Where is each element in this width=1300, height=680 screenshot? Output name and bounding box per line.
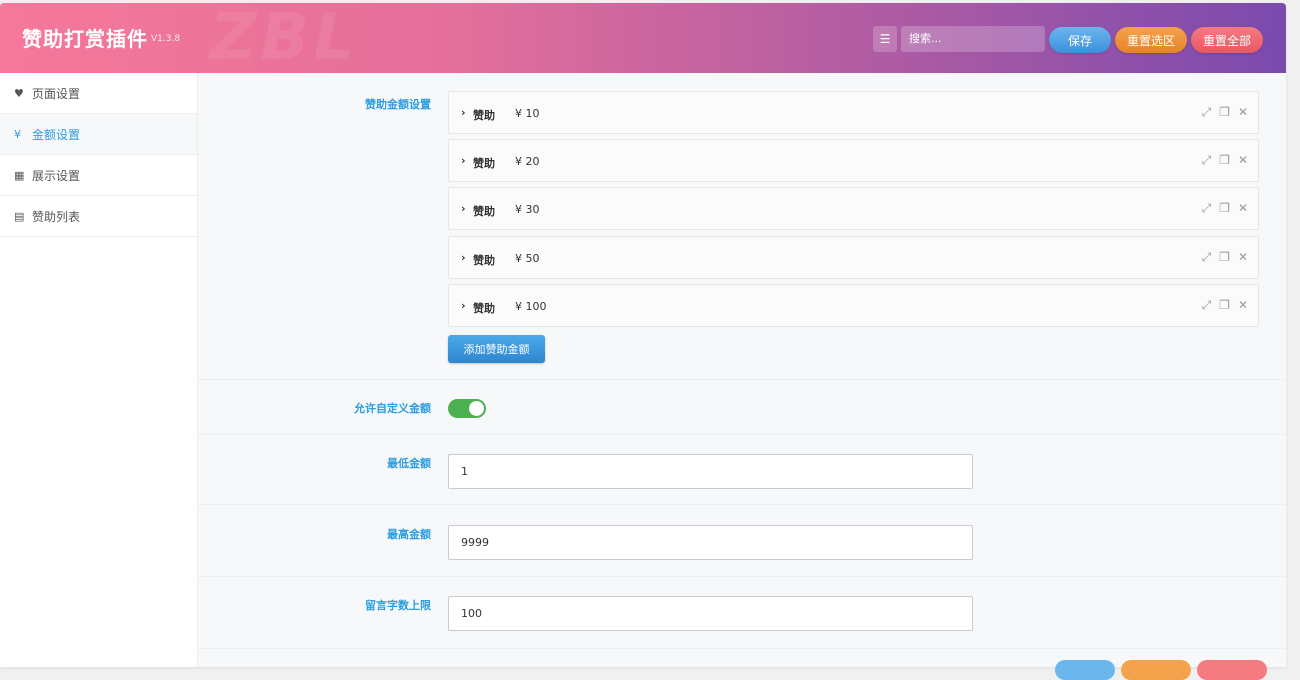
expand-icon[interactable]: ⤢	[1202, 298, 1212, 313]
amount-item-title: 赞助	[473, 157, 495, 170]
amount-item[interactable]: › 赞助 ¥ 20 ⤢ ❐ ✕	[448, 139, 1259, 182]
add-amount-button[interactable]: 添加赞助金额	[448, 335, 545, 363]
message-limit-label: 留言字数上限	[365, 599, 431, 612]
amount-item[interactable]: › 赞助 ¥ 100 ⤢ ❐ ✕	[448, 284, 1259, 327]
amount-item-actions: ⤢ ❐ ✕	[1202, 153, 1248, 168]
max-amount-label: 最高金额	[387, 528, 431, 541]
grid-icon: ▦	[14, 168, 25, 182]
max-amount-input[interactable]: 9999	[448, 525, 973, 560]
amount-item-actions: ⤢ ❐ ✕	[1202, 105, 1248, 120]
custom-amount-field: 允许自定义金额	[198, 380, 1286, 435]
sidebar-nav: ♥ 页面设置 ¥ 金额设置 ▦ 展示设置 ▤ 赞助列表	[0, 73, 198, 667]
amount-item-title: 赞助	[473, 109, 495, 122]
chevron-right-icon: ›	[461, 251, 466, 264]
amount-list-field: 赞助金额设置 › 赞助 ¥ 10 ⤢ ❐ ✕ › 赞助 ¥ 20 ⤢ ❐ ✕ ›…	[198, 73, 1286, 380]
amount-item-title: 赞助	[473, 205, 495, 218]
sidebar-item-label: 赞助列表	[32, 209, 81, 224]
list-icon: ☰	[879, 32, 891, 46]
expand-icon[interactable]: ⤢	[1202, 105, 1212, 120]
chevron-right-icon: ›	[461, 202, 466, 215]
chevron-right-icon: ›	[461, 106, 466, 119]
copy-icon[interactable]: ❐	[1219, 250, 1230, 265]
close-icon[interactable]: ✕	[1238, 250, 1248, 265]
expand-icon[interactable]: ⤢	[1202, 153, 1212, 168]
sidebar-item-label: 金额设置	[32, 127, 81, 142]
custom-amount-label: 允许自定义金额	[354, 402, 431, 415]
header-watermark: ZBL	[210, 3, 358, 75]
amount-item-title: 赞助	[473, 302, 495, 315]
footer-reset-all-button[interactable]	[1197, 660, 1267, 680]
amount-item-actions: ⤢ ❐ ✕	[1202, 250, 1248, 265]
settings-content: 赞助金额设置 › 赞助 ¥ 10 ⤢ ❐ ✕ › 赞助 ¥ 20 ⤢ ❐ ✕ ›…	[198, 73, 1286, 667]
heart-icon: ♥	[14, 86, 24, 100]
amount-item-actions: ⤢ ❐ ✕	[1202, 298, 1248, 313]
expand-all-button[interactable]: ☰	[873, 26, 897, 52]
chevron-right-icon: ›	[461, 154, 466, 167]
min-amount-input[interactable]: 1	[448, 454, 973, 489]
close-icon[interactable]: ✕	[1238, 298, 1248, 313]
sidebar-item-amount-settings[interactable]: ¥ 金额设置	[0, 114, 197, 155]
amount-list-label: 赞助金额设置	[365, 98, 431, 111]
expand-icon[interactable]: ⤢	[1202, 250, 1212, 265]
list-icon: ▤	[14, 209, 25, 223]
panel-header: ZBL 赞助打赏插件 V1.3.8 ☰ 搜索... 保存 重置选区 重置全部	[0, 3, 1286, 75]
sidebar-item-label: 页面设置	[32, 86, 81, 101]
close-icon[interactable]: ✕	[1238, 105, 1248, 120]
reset-all-button[interactable]: 重置全部	[1191, 27, 1263, 53]
panel-title: 赞助打赏插件	[22, 27, 148, 51]
sidebar-item-label: 展示设置	[32, 168, 81, 183]
plugin-options-panel: ZBL 赞助打赏插件 V1.3.8 ☰ 搜索... 保存 重置选区 重置全部 ♥…	[0, 3, 1286, 667]
amount-item-value: ¥ 20	[515, 155, 540, 168]
reset-section-button[interactable]: 重置选区	[1115, 27, 1187, 53]
amount-item[interactable]: › 赞助 ¥ 30 ⤢ ❐ ✕	[448, 187, 1259, 230]
version-label: V1.3.8	[151, 34, 181, 44]
search-input[interactable]: 搜索...	[901, 26, 1045, 52]
copy-icon[interactable]: ❐	[1219, 105, 1230, 120]
amount-item[interactable]: › 赞助 ¥ 10 ⤢ ❐ ✕	[448, 91, 1259, 134]
save-button[interactable]: 保存	[1049, 27, 1111, 53]
amount-item-actions: ⤢ ❐ ✕	[1202, 201, 1248, 216]
copy-icon[interactable]: ❐	[1219, 153, 1230, 168]
close-icon[interactable]: ✕	[1238, 201, 1248, 216]
chevron-right-icon: ›	[461, 299, 466, 312]
sidebar-item-display-settings[interactable]: ▦ 展示设置	[0, 155, 197, 196]
min-amount-label: 最低金额	[387, 457, 431, 470]
amount-item-value: ¥ 100	[515, 300, 547, 313]
amount-item-title: 赞助	[473, 254, 495, 267]
message-limit-input[interactable]: 100	[448, 596, 973, 631]
yen-icon: ¥	[14, 127, 21, 141]
footer-reset-section-button[interactable]	[1121, 660, 1191, 680]
toggle-knob	[469, 401, 484, 416]
sidebar-item-sponsor-list[interactable]: ▤ 赞助列表	[0, 196, 197, 237]
expand-icon[interactable]: ⤢	[1202, 201, 1212, 216]
sidebar-item-page-settings[interactable]: ♥ 页面设置	[0, 73, 197, 114]
amount-item-value: ¥ 10	[515, 107, 540, 120]
footer-save-button[interactable]	[1055, 660, 1115, 680]
custom-amount-toggle[interactable]	[448, 399, 486, 418]
close-icon[interactable]: ✕	[1238, 153, 1248, 168]
amount-item-value: ¥ 30	[515, 203, 540, 216]
copy-icon[interactable]: ❐	[1219, 298, 1230, 313]
amount-item[interactable]: › 赞助 ¥ 50 ⤢ ❐ ✕	[448, 236, 1259, 279]
amount-item-value: ¥ 50	[515, 252, 540, 265]
copy-icon[interactable]: ❐	[1219, 201, 1230, 216]
